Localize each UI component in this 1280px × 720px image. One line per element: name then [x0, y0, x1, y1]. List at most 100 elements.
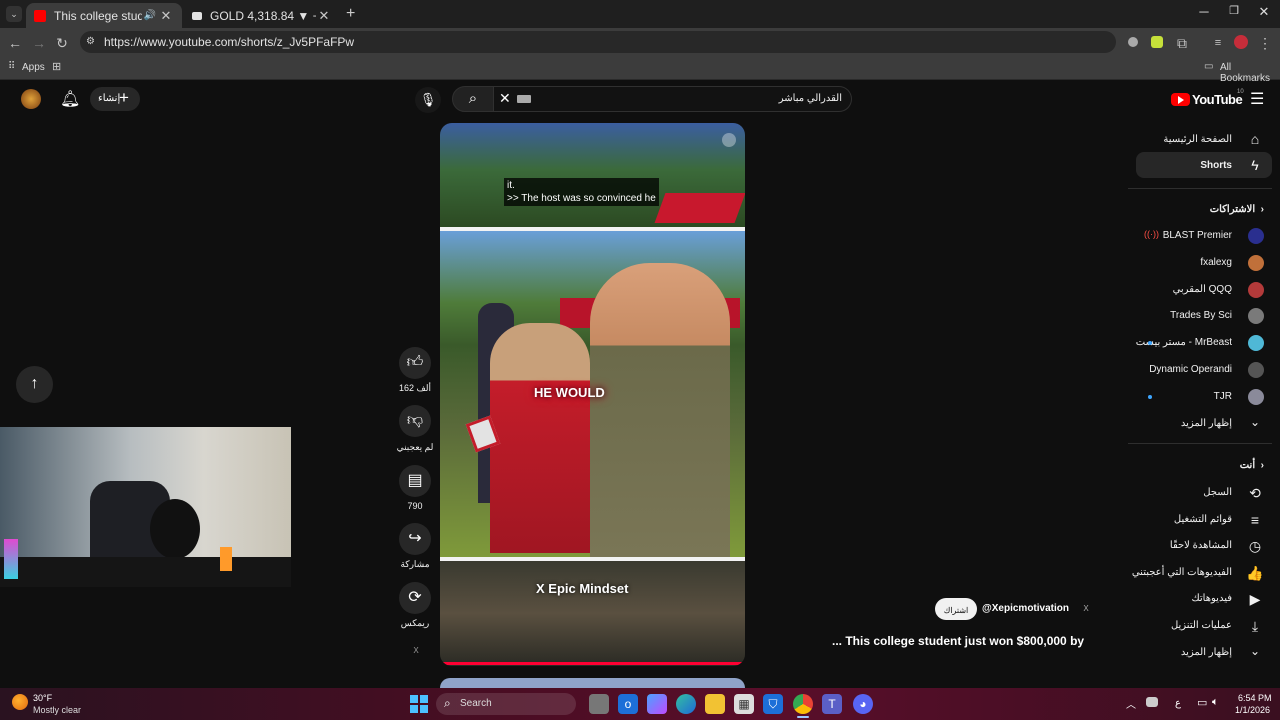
search-icon: ⌕ — [444, 696, 451, 710]
copilot-icon[interactable] — [647, 694, 667, 714]
chevron-right-icon: › — [1257, 204, 1264, 215]
tab-youtube[interactable]: This college student just wo 🔊 ✕ — [26, 3, 182, 28]
youtube-favicon-icon — [34, 9, 46, 22]
subscriptions-heading[interactable]: الاشتراكات › — [1210, 204, 1264, 215]
teams-icon[interactable]: T — [822, 694, 842, 714]
create-button[interactable]: إنشاء + — [90, 87, 140, 111]
clock-date[interactable]: 1/1/2026 — [1235, 705, 1270, 715]
subscribe-button[interactable]: اشتراك — [935, 598, 977, 620]
language-indicator[interactable]: ع — [1175, 698, 1181, 709]
reload-icon[interactable]: ↻ — [53, 34, 71, 52]
task-view-icon[interactable] — [589, 694, 609, 714]
network-icon[interactable]: ▭ — [1197, 696, 1207, 709]
you-heading[interactable]: أنت › — [1240, 460, 1264, 471]
sidebar-item-you[interactable]: فيديوهاتك — [1191, 593, 1232, 604]
channel-avatar — [1248, 388, 1264, 405]
you-show-more[interactable]: إظهار المزيد — [1181, 647, 1232, 658]
sidebar-item-you[interactable]: قوائم التشغيل — [1174, 514, 1232, 525]
tab-close-icon[interactable]: ✕ — [316, 8, 332, 24]
subscriptions-show-more[interactable]: إظهار المزيد — [1181, 418, 1232, 429]
forward-icon[interactable]: → — [30, 34, 48, 52]
scroll-up-button[interactable]: ↑ — [16, 366, 53, 403]
sidebar-item-you[interactable]: الفيديوهات التي أعجبتني — [1132, 567, 1232, 578]
clock-time[interactable]: 6:54 PM — [1238, 693, 1272, 703]
tab-close-icon[interactable]: ✕ — [158, 8, 174, 24]
remix-button[interactable]: ⟳ — [399, 582, 431, 614]
tab-audio-icon[interactable]: 🔊 — [142, 10, 158, 21]
like-button[interactable]: 👍︎ — [399, 347, 431, 379]
dislike-label: لم يعجبني — [396, 442, 434, 452]
edge-icon[interactable] — [676, 694, 696, 714]
file-explorer-icon[interactable] — [705, 694, 725, 714]
profile-avatar-icon[interactable] — [1234, 35, 1248, 49]
short-title[interactable]: ... This college student just won $800,0… — [832, 634, 1084, 648]
extensions-puzzle-icon[interactable]: ⧉ — [1173, 34, 1191, 52]
channel-avatar[interactable]: X — [1079, 602, 1093, 616]
dislike-button[interactable]: 👎︎ — [399, 405, 431, 437]
all-bookmarks[interactable]: All Bookmarks — [1220, 62, 1280, 84]
share-button[interactable]: ↪ — [399, 523, 431, 555]
media-controls-icon[interactable]: ≡ — [1209, 34, 1227, 52]
close-window-button[interactable]: ✕ — [1248, 4, 1280, 20]
new-tab-button[interactable]: + — [346, 5, 355, 23]
tab-groups-icon[interactable]: ⊞ — [52, 60, 61, 73]
tab-gold[interactable]: GOLD 4,318.84 ▼ −0.46% Unna ✕ — [184, 3, 340, 28]
store-icon[interactable]: ▦ — [734, 694, 754, 714]
play-triangle-icon — [1178, 96, 1184, 104]
clear-search-icon[interactable]: ✕ — [499, 90, 511, 107]
sidebar-item-channel[interactable]: TJR — [1214, 391, 1232, 402]
windows-start-icon[interactable] — [410, 695, 428, 713]
sidebar-item-channel[interactable]: fxalexg — [1200, 257, 1232, 268]
sidebar-item-you[interactable]: المشاهدة لاحقًا — [1170, 540, 1232, 551]
sidebar-item-channel[interactable]: المقربي QQQ — [1173, 284, 1232, 295]
video-watermark: X Epic Mindset — [536, 581, 629, 596]
avatar[interactable] — [21, 89, 41, 109]
progress-bar[interactable] — [440, 662, 745, 665]
volume-icon[interactable]: 🔈︎ — [1212, 696, 1219, 709]
remix-label: ريمكس — [400, 618, 430, 628]
sound-thumbnail-icon[interactable]: X — [408, 646, 424, 660]
windows-taskbar — [0, 688, 1280, 720]
sidebar-item-home[interactable]: الصفحة الرئيسية — [1163, 134, 1232, 145]
restore-button[interactable]: ❐ — [1218, 4, 1250, 17]
hamburger-menu-icon[interactable]: ☰ — [1250, 89, 1264, 109]
shorts-video-player[interactable]: it. >> The host was so convinced he HE W… — [440, 123, 745, 666]
tray-discord-icon[interactable] — [1146, 697, 1158, 707]
chrome-icon[interactable] — [793, 694, 813, 714]
keyboard-icon[interactable] — [517, 95, 531, 103]
tab-search-button[interactable]: ⌄ — [6, 6, 22, 22]
person-woman-red — [490, 323, 590, 553]
back-icon[interactable]: ← — [6, 34, 24, 52]
extension-dot-icon[interactable] — [1128, 37, 1138, 47]
chevron-down-icon: ⌄ — [1249, 644, 1261, 658]
chrome-menu-icon[interactable]: ⋮ — [1256, 34, 1274, 52]
sidebar-item-channel[interactable]: Dynamic Operandi — [1149, 364, 1232, 375]
sidebar-item-channel[interactable]: Trades By Sci — [1170, 310, 1232, 321]
minimize-button[interactable]: ─ — [1188, 4, 1220, 19]
sidebar-item-channel[interactable]: BLAST Premier — [1163, 230, 1232, 241]
extension-green-icon[interactable] — [1151, 36, 1163, 48]
outlook-icon[interactable]: o — [618, 694, 638, 714]
discord-icon[interactable]: ◕ — [853, 694, 873, 714]
channel-handle[interactable]: @Xepicmotivation — [982, 603, 1069, 614]
chevron-down-icon: ⌄ — [1249, 415, 1261, 429]
taskbar-search[interactable]: ⌕ Search — [436, 693, 576, 715]
comments-button[interactable]: ▤ — [399, 465, 431, 497]
sidebar-item-you[interactable]: عمليات التنزيل — [1171, 620, 1232, 631]
apps-bookmark[interactable]: Apps — [22, 62, 45, 73]
site-info-icon[interactable]: ⚙ — [86, 36, 95, 47]
notifications-bell-icon[interactable]: 🔔︎ — [60, 89, 80, 109]
overlay-text: HE WOULD — [534, 385, 605, 400]
tray-chevron-icon[interactable]: ︿ — [1126, 696, 1136, 711]
weather-icon[interactable] — [12, 694, 28, 710]
sidebar-item-you[interactable]: السجل — [1203, 487, 1232, 498]
home-icon: ⌂ — [1250, 131, 1260, 147]
mute-icon[interactable] — [722, 133, 736, 147]
next-short-preview[interactable] — [440, 678, 745, 688]
url-text[interactable]: https://www.youtube.com/shorts/z_Jv5PFaF… — [104, 35, 354, 49]
new-content-dot — [1148, 394, 1152, 399]
voice-search-button[interactable]: 🎙︎ — [415, 87, 441, 113]
your-videos-icon: ▶ — [1249, 591, 1261, 607]
defender-icon[interactable]: ⛉ — [763, 694, 783, 714]
search-button[interactable]: ⌕ — [452, 86, 494, 112]
